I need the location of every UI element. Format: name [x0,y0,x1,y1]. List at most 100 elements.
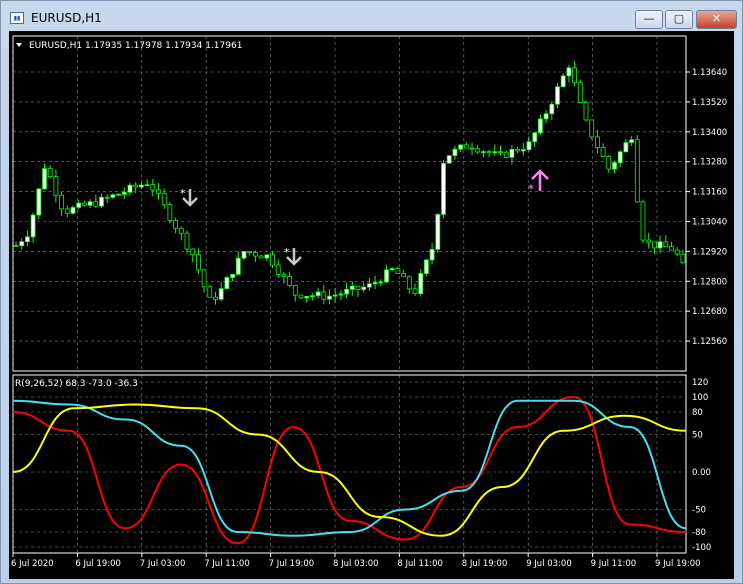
caret-down-icon[interactable] [16,43,22,47]
close-button[interactable]: ✕ [696,10,737,29]
candle-body [275,264,281,275]
candle-body [355,285,361,290]
price-label: 1.13520 [692,98,727,108]
candle-body [127,184,133,193]
candle-body [144,184,150,187]
candle-body [389,268,395,271]
time-label: 7 Jul 03:00 [140,559,186,569]
candle-body [509,149,515,158]
time-axis: 6 Jul 2020 6 Jul 19:00 7 Jul 03:00 7 Jul 11… [11,553,701,569]
candle-body [332,294,338,297]
candle-body [156,189,161,194]
candle-body [201,269,207,288]
candle-body [150,184,156,191]
candle-body [549,103,555,115]
candle-body [258,255,264,259]
candle-body [418,273,424,294]
price-pane-header: EURUSD,H1 1.17935 1.17978 1.17934 1.1796… [29,41,242,51]
sell-signal-1: * [180,187,198,207]
candle-body [338,293,344,296]
candle-body [173,220,179,229]
candle-body [218,288,224,300]
price-label: 1.13040 [692,218,727,228]
candle-body [70,207,76,214]
candle-body [321,291,327,300]
candle-body [361,286,367,290]
price-pane-frame [12,35,687,372]
candle-body [298,294,304,299]
candle-body [555,86,560,105]
candle-body [406,276,412,290]
candle-body [87,201,93,206]
candle-body [230,273,236,278]
price-label: 1.12680 [692,307,727,317]
level-label: -100 [692,543,711,553]
sell-signal-2: * [284,246,302,266]
maximize-button[interactable]: ▢ [665,10,693,29]
candle-body [82,202,87,206]
candle-body [281,274,287,277]
candle-body [252,252,258,257]
candle-body [264,254,270,259]
candle-body [138,184,144,188]
candle-body [629,139,634,143]
candle-body [292,284,298,296]
candle-body [344,288,350,295]
candle-body [532,132,538,143]
candle-body [595,136,600,148]
candle-body [520,149,526,152]
candle-body [492,151,498,154]
candle-body [469,147,475,150]
candle-body [161,192,167,206]
candle-body [372,282,378,285]
price-label: 1.12920 [692,247,727,257]
candle-body [423,259,429,274]
candle-body [213,296,218,300]
candle-body [247,251,253,254]
candle-body [652,241,657,249]
candle-body [480,151,486,153]
minimize-button[interactable]: — [635,10,663,29]
candle-body [498,151,503,153]
candle-body [366,283,372,288]
candle-body [304,295,310,299]
indicator-pane-header: R(9,26,52) 68.3 -73.0 -36.3 [15,379,138,389]
indicator-pane[interactable]: 120 100 80 50 0.00 -50 -80 -100 [12,374,711,554]
candle-body [99,196,104,207]
candle-body [515,149,521,152]
candle-body [600,146,606,157]
candle-body [503,151,509,158]
candle-body [543,113,549,120]
candle-body [167,204,173,221]
level-label: 100 [692,393,708,403]
price-label: 1.13160 [692,188,727,198]
candle-body [572,67,577,84]
candle-body [241,251,247,259]
candle-body [287,276,293,286]
title-bar[interactable]: ▮▮ EURUSD,H1 — ▢ ✕ [1,1,742,31]
candle-body [560,75,566,88]
candle-body [76,202,82,208]
candle-body [577,82,583,104]
time-label: 8 Jul 03:00 [333,559,379,569]
price-pane[interactable]: 1.13640 1.13520 1.13400 1.13280 1.13160 1.130… [12,35,727,372]
level-label: -50 [692,506,706,516]
candle-body [486,151,492,154]
candle-body [680,253,686,264]
candle-body [657,241,663,249]
chart-client-area[interactable]: 1.13640 1.13520 1.13400 1.13280 1.13160 1.130… [9,31,734,579]
candle-body [93,201,99,207]
candle-body [612,162,617,170]
candle-body [195,254,201,271]
price-label: 1.12560 [692,337,727,347]
price-label: 1.12800 [692,277,727,287]
candle-body [412,288,418,294]
candle-body [429,248,435,261]
chart-canvas[interactable]: 1.13640 1.13520 1.13400 1.13280 1.13160 1.130… [9,31,734,579]
candle-body [446,155,452,164]
candle-body [617,151,623,164]
candle-body [640,201,646,241]
time-label: 7 Jul 19:00 [269,559,315,569]
candle-body [395,268,401,274]
time-label: 7 Jul 11:00 [204,559,250,569]
